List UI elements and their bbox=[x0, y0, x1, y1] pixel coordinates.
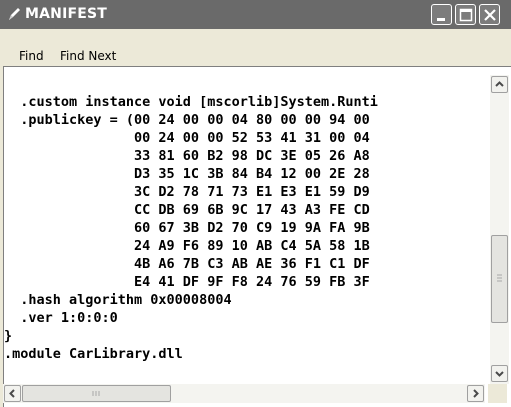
menu-bar: Find Find Next bbox=[0, 29, 511, 66]
arrow-up-icon bbox=[495, 81, 504, 87]
close-button[interactable] bbox=[479, 4, 500, 25]
vertical-scrollbar[interactable] bbox=[490, 75, 509, 384]
menu-find-next[interactable]: Find Next bbox=[60, 50, 116, 62]
minimize-button[interactable] bbox=[431, 4, 452, 25]
vertical-scroll-thumb[interactable] bbox=[491, 235, 508, 323]
scroll-left-button[interactable] bbox=[4, 385, 21, 402]
menu-find[interactable]: Find bbox=[19, 50, 44, 62]
arrow-left-icon bbox=[9, 389, 15, 398]
code-line: CC DB 69 6B 9C 17 43 A3 FE CD bbox=[4, 202, 370, 218]
close-icon bbox=[484, 9, 496, 21]
code-line: 24 A9 F6 89 10 AB C4 5A 58 1B bbox=[4, 238, 370, 254]
scrollbar-corner bbox=[488, 384, 507, 403]
manifest-window: MANIFEST Find Find Next .custom instance… bbox=[0, 0, 511, 407]
code-line: } bbox=[4, 328, 13, 344]
horizontal-scroll-thumb[interactable] bbox=[22, 385, 171, 402]
code-line: .custom instance void [mscorlib]System.R… bbox=[4, 94, 378, 110]
maximize-icon bbox=[459, 8, 473, 22]
scroll-down-button[interactable] bbox=[491, 365, 508, 382]
window-title: MANIFEST bbox=[25, 6, 108, 22]
scroll-up-button[interactable] bbox=[491, 76, 508, 93]
code-line: D3 35 1C 3B 84 B4 12 00 2E 28 bbox=[4, 166, 370, 182]
code-line: E4 41 DF 9F F8 24 76 59 FB 3F bbox=[4, 274, 370, 290]
code-line: 3C D2 78 71 73 E1 E3 E1 59 D9 bbox=[4, 184, 370, 200]
maximize-button[interactable] bbox=[455, 4, 476, 25]
code-text-area[interactable]: .custom instance void [mscorlib]System.R… bbox=[4, 67, 488, 382]
code-line: .module CarLibrary.dll bbox=[4, 346, 183, 362]
code-line: 4B A6 7B C3 AB AE 36 F1 C1 DF bbox=[4, 256, 370, 272]
grip-icon bbox=[497, 274, 502, 282]
code-line: 33 81 60 B2 98 DC 3E 05 26 A8 bbox=[4, 148, 370, 164]
horizontal-scrollbar[interactable] bbox=[3, 384, 485, 403]
minimize-icon bbox=[437, 18, 445, 21]
arrow-right-icon bbox=[473, 389, 479, 398]
title-bar[interactable]: MANIFEST bbox=[0, 0, 511, 29]
arrow-down-icon bbox=[495, 371, 504, 377]
code-line: 60 67 3B D2 70 C9 19 9A FA 9B bbox=[4, 220, 370, 236]
code-line: .hash algorithm 0x00008004 bbox=[4, 292, 232, 308]
grip-icon bbox=[92, 391, 100, 396]
code-line: 00 24 00 00 52 53 41 31 00 04 bbox=[4, 130, 370, 146]
pen-icon bbox=[9, 8, 20, 20]
code-line: .publickey = (00 24 00 00 04 80 00 00 94… bbox=[4, 112, 370, 128]
scroll-right-button[interactable] bbox=[467, 385, 484, 402]
code-line: .ver 1:0:0:0 bbox=[4, 310, 118, 326]
code-view[interactable]: .custom instance void [mscorlib]System.R… bbox=[3, 66, 511, 407]
